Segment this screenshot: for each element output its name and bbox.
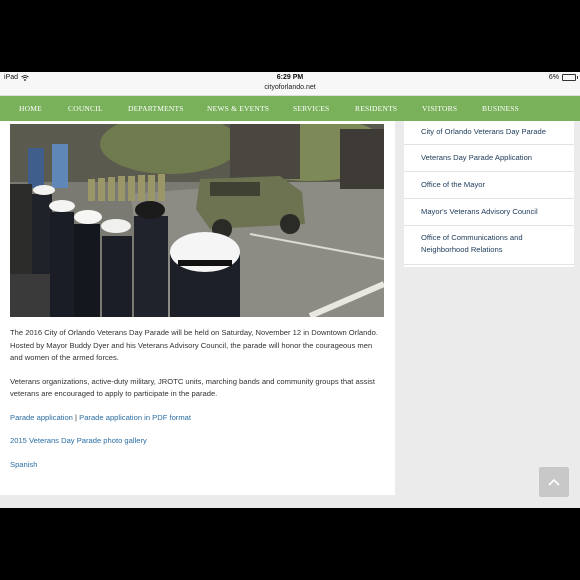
sidebar-item-parade-application[interactable]: Veterans Day Parade Application bbox=[404, 145, 574, 172]
clock: 6:29 PM bbox=[276, 74, 304, 81]
battery-icon bbox=[562, 74, 578, 81]
article-paragraph-2: Veterans organizations, active-duty mili… bbox=[10, 376, 375, 399]
parade-application-link[interactable]: Parade application bbox=[10, 413, 73, 422]
spanish-link-row: Spanish bbox=[10, 459, 385, 472]
main-navigation: HOME COUNCIL DEPARTMENTS NEWS & EVENTS S… bbox=[0, 96, 580, 121]
chevron-up-icon bbox=[548, 478, 560, 486]
battery-percent: 6% bbox=[548, 74, 559, 81]
nav-council[interactable]: COUNCIL bbox=[68, 104, 103, 113]
sidebar-item-office-of-mayor[interactable]: Office of the Mayor bbox=[404, 172, 574, 199]
gallery-link-row: 2015 Veterans Day Parade photo gallery bbox=[10, 435, 385, 448]
nav-business[interactable]: BUSINESS bbox=[482, 104, 519, 113]
sidebar-item-label: Office of the Mayor bbox=[421, 180, 486, 189]
nav-services[interactable]: SERVICES bbox=[293, 104, 329, 113]
parade-application-pdf-link[interactable]: Parade application in PDF format bbox=[79, 413, 191, 422]
article-body: The 2016 City of Orlando Veterans Day Pa… bbox=[10, 327, 385, 482]
sidebar-item-label: Mayor's Veterans Advisory Council bbox=[421, 207, 538, 216]
main-content: The 2016 City of Orlando Veterans Day Pa… bbox=[0, 121, 395, 495]
url-bar[interactable]: cityoforlando.net bbox=[0, 83, 580, 96]
spanish-link[interactable]: Spanish bbox=[10, 460, 37, 469]
nav-news-events[interactable]: NEWS & EVENTS bbox=[207, 104, 269, 113]
status-bar: iPad 6:29 PM 6% bbox=[0, 72, 580, 83]
parade-photo bbox=[10, 124, 384, 317]
article-paragraph-1: The 2016 City of Orlando Veterans Day Pa… bbox=[10, 328, 378, 362]
ipad-screen: iPad 6:29 PM 6% cityoforlando.net HOME C… bbox=[0, 72, 580, 508]
scroll-to-top-button[interactable] bbox=[539, 467, 569, 497]
link-separator: | bbox=[75, 412, 78, 422]
sidebar-item-veterans-advisory-council[interactable]: Mayor's Veterans Advisory Council bbox=[404, 199, 574, 226]
nav-departments[interactable]: DEPARTMENTS bbox=[128, 104, 184, 113]
sidebar-item-communications[interactable]: Office of Communications and Neighborhoo… bbox=[404, 226, 574, 265]
sidebar-item-veterans-day-parade[interactable]: City of Orlando Veterans Day Parade bbox=[404, 121, 574, 145]
photo-gallery-link[interactable]: 2015 Veterans Day Parade photo gallery bbox=[10, 436, 147, 445]
nav-home[interactable]: HOME bbox=[19, 104, 42, 113]
nav-residents[interactable]: RESIDENTS bbox=[355, 104, 397, 113]
sidebar-item-label: Office of Communications and Neighborhoo… bbox=[421, 233, 523, 254]
application-links: Parade application | Parade application … bbox=[10, 412, 385, 425]
sidebar: City of Orlando Veterans Day Parade Vete… bbox=[404, 121, 574, 267]
sidebar-item-label: City of Orlando Veterans Day Parade bbox=[421, 127, 546, 136]
sidebar-item-label: Veterans Day Parade Application bbox=[421, 153, 533, 162]
nav-visitors[interactable]: VISITORS bbox=[422, 104, 457, 113]
